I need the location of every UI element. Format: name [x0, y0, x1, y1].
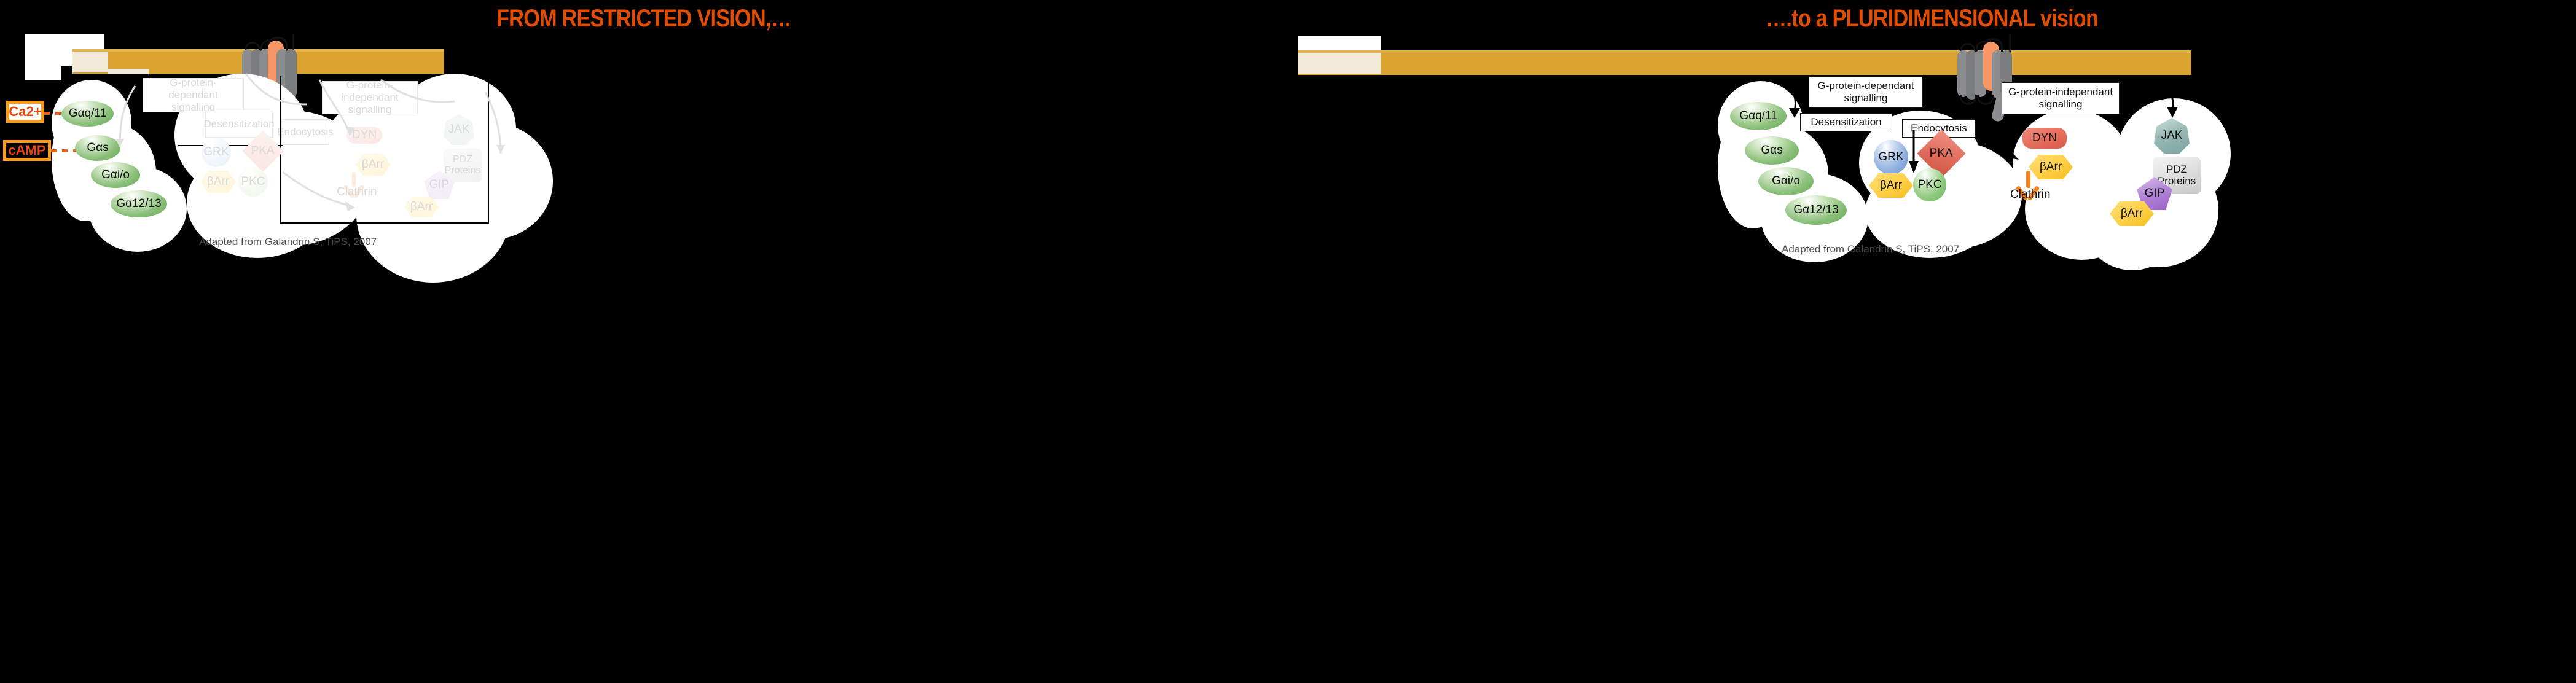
cell-membrane — [1298, 52, 2191, 75]
node-label: Clathrin — [2010, 188, 2051, 201]
node-grk: GRK — [1874, 140, 1908, 174]
node-label: JAK — [2161, 128, 2183, 142]
label-line-2: signalling — [1844, 92, 1888, 104]
label-g-protein-dependant: G-protein-dependant signalling — [1809, 76, 1923, 108]
node-label: βArr — [1879, 178, 1903, 192]
node-label: βArr — [2120, 206, 2143, 220]
receptor-loop — [1977, 95, 1994, 105]
arrow-desensitization — [1909, 130, 1919, 173]
node-label: Gαs — [1761, 143, 1783, 157]
node-dyn: DYN — [2022, 128, 2067, 149]
right-attribution: Adapted from Galandrin S, TiPS, 2007 — [1782, 243, 1960, 255]
left-panel: FROM RESTRICTED VISION,… G-protein-depen… — [0, 0, 1288, 683]
label-line-1: G-protein-independant — [2008, 85, 2113, 98]
g-protein-gas: Gαs — [1745, 136, 1799, 165]
messenger-label: Ca2+ — [9, 104, 42, 119]
right-panel: ….to a PLURIDIMENSIONAL vision G-protein… — [1288, 0, 2576, 683]
decor-white-block-2 — [25, 50, 77, 66]
decor-white-block-3 — [25, 66, 61, 80]
g-protein-gaio: Gαi/o — [1758, 167, 1814, 195]
label-line-2: signalling — [2038, 98, 2083, 110]
clathrin-label: Clathrin — [2010, 188, 2050, 201]
messenger-box-camp: cAMP — [3, 140, 51, 161]
membrane-pale-segment — [1298, 53, 1381, 74]
messenger-box-calcium: Ca2+ — [6, 101, 44, 123]
node-label: GRK — [1878, 150, 1904, 163]
left-panel-title: FROM RESTRICTED VISION,… — [496, 5, 792, 32]
receptor-loop — [1960, 95, 1977, 105]
arrow-to-independant — [2164, 86, 2178, 118]
arrow-to-g-proteins — [1785, 84, 1800, 118]
left-attribution: Adapted from Galandrin S, TiPS, 2007 — [199, 236, 377, 248]
receptor-n-terminus — [2009, 34, 2011, 53]
node-label: PKC — [1917, 178, 1942, 191]
arrow-endocytosis — [1978, 134, 2019, 160]
g-protein-ga1213: Gα12/13 — [1785, 195, 1847, 225]
label-g-protein-independant: G-protein-independant signalling — [2002, 82, 2120, 114]
label-line-1: G-protein-dependant — [1817, 79, 1914, 92]
node-label: Gαi/o — [1772, 174, 1800, 187]
node-label: DYN — [2032, 131, 2057, 144]
membrane-top-line — [1298, 50, 2191, 53]
right-panel-title: ….to a PLURIDIMENSIONAL vision — [1765, 5, 2099, 32]
node-label: GIP — [2144, 186, 2165, 200]
node-label: Gα12/13 — [1793, 203, 1839, 216]
node-label: PKA — [1929, 146, 1954, 160]
decor-white-block-1 — [25, 34, 104, 50]
ghost-arrows — [115, 73, 505, 211]
messenger-label: cAMP — [8, 142, 46, 158]
